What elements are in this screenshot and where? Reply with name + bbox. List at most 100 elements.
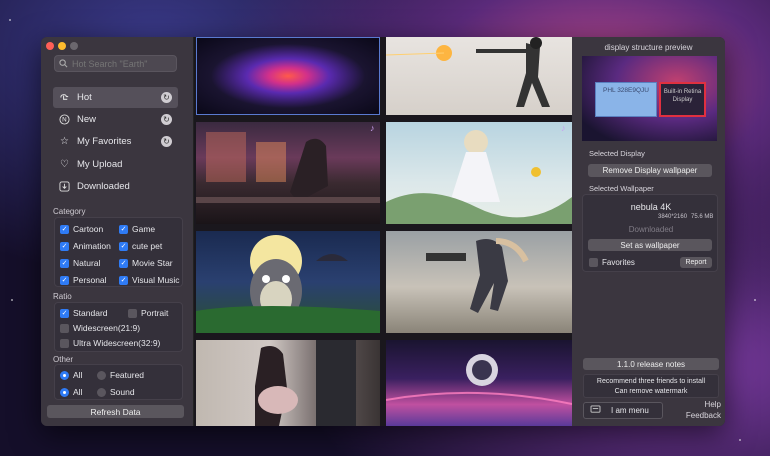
report-button[interactable]: Report <box>680 257 712 268</box>
set-wallpaper-button[interactable]: Set as wallpaper <box>588 239 712 251</box>
star-icon: ☆ <box>60 136 69 147</box>
other-title: Other <box>53 355 74 364</box>
checkbox[interactable] <box>60 338 69 348</box>
wallpaper-totoro[interactable] <box>196 231 380 333</box>
zoom-button[interactable] <box>70 42 78 50</box>
nav-label: Hot <box>77 92 92 103</box>
right-panel: display structure preview PHL 328E9QJU B… <box>572 37 725 426</box>
radio[interactable] <box>97 387 106 397</box>
search-box[interactable] <box>54 55 177 72</box>
download-status: Downloaded <box>628 225 674 234</box>
panel-title: display structure preview <box>604 43 693 52</box>
checkbox[interactable]: ✓ <box>60 275 69 285</box>
hot-icon <box>59 92 70 103</box>
other-all-2[interactable]: All <box>60 387 82 397</box>
category-box: ✓ Cartoon ✓ Game ✓ Animation ✓ cute pet ✓ Nat… <box>54 217 183 287</box>
wallpaper-girl-dandelion[interactable] <box>386 122 572 224</box>
remove-wallpaper-button[interactable]: Remove Display wallpaper <box>588 164 712 177</box>
wallpaper-resolution: 3840*2160 <box>658 214 688 220</box>
sidebar: Hot ↻ N New ↻ ☆ My Favorites ↻ ♡ My Uplo… <box>41 37 194 426</box>
checkbox[interactable]: ✓ <box>119 241 128 251</box>
wallpaper-gunner-girl[interactable] <box>386 231 572 333</box>
radio[interactable] <box>60 370 69 380</box>
checkbox[interactable] <box>60 323 69 333</box>
minimize-button[interactable] <box>58 42 66 50</box>
new-icon: N <box>59 114 70 125</box>
checkbox[interactable]: ✓ <box>119 258 128 268</box>
wallpaper-name: nebula 4K <box>630 202 672 212</box>
cat-visual-music[interactable]: ✓ Visual Music <box>119 275 180 285</box>
nav-item-favorites[interactable]: ☆ My Favorites ↻ <box>53 131 178 152</box>
nav-label: Downloaded <box>77 181 130 192</box>
upload-heart-icon: ♡ <box>60 159 69 170</box>
cat-cartoon[interactable]: ✓ Cartoon <box>60 224 103 234</box>
other-sound[interactable]: Sound <box>97 387 135 397</box>
refresh-icon[interactable]: ↻ <box>161 114 172 125</box>
feedback-link[interactable]: Feedback <box>686 411 721 420</box>
app-window: Hot ↻ N New ↻ ☆ My Favorites ↻ ♡ My Uplo… <box>41 37 725 426</box>
nav-item-hot[interactable]: Hot ↻ <box>53 87 178 108</box>
recommend-line-1: Recommend three friends to install <box>596 378 706 385</box>
checkbox[interactable]: ✓ <box>119 224 128 234</box>
favorites-toggle[interactable]: Favorites <box>589 258 635 267</box>
selected-wallpaper-label: Selected Wallpaper <box>589 184 654 193</box>
ratio-title: Ratio <box>53 292 72 301</box>
wallpaper-girl-stairs[interactable] <box>196 340 380 426</box>
cat-cute-pet[interactable]: ✓ cute pet <box>119 241 162 251</box>
display-1[interactable]: PHL 328E9QJU <box>595 82 657 117</box>
cat-animation[interactable]: ✓ Animation <box>60 241 111 251</box>
checkbox[interactable]: ✓ <box>60 224 69 234</box>
checkbox[interactable]: ✓ <box>60 241 69 251</box>
checkbox[interactable]: ✓ <box>119 275 128 285</box>
selected-display-label: Selected Display <box>589 149 645 158</box>
wallpaper-night-window-girl[interactable] <box>196 122 380 224</box>
ratio-widescreen[interactable]: Widescreen(21:9) <box>60 323 140 333</box>
other-all-1[interactable]: All <box>60 370 82 380</box>
search-icon <box>59 59 68 68</box>
display-preview: PHL 328E9QJU Built-in Retina Display <box>582 56 717 141</box>
radio[interactable] <box>60 387 69 397</box>
menu-button[interactable]: I am menu <box>583 402 663 419</box>
refresh-data-button[interactable]: Refresh Data <box>47 405 184 418</box>
checkbox[interactable] <box>589 258 598 267</box>
wallpaper-astronaut[interactable] <box>386 340 572 426</box>
wallpaper-sniper-girl[interactable] <box>386 37 572 115</box>
cat-natural[interactable]: ✓ Natural <box>60 258 100 268</box>
ratio-portrait[interactable]: Portrait <box>128 308 168 318</box>
nav-item-downloaded[interactable]: Downloaded <box>53 176 178 197</box>
ratio-standard[interactable]: ✓ Standard <box>60 308 108 318</box>
cat-game[interactable]: ✓ Game <box>119 224 155 234</box>
nav-item-upload[interactable]: ♡ My Upload <box>53 154 178 175</box>
wallpaper-nebula[interactable] <box>196 37 380 115</box>
radio[interactable] <box>97 370 106 380</box>
menu-chat-icon <box>590 405 601 416</box>
help-link[interactable]: Help <box>705 400 721 409</box>
release-notes-button[interactable]: 1.1.0 release notes <box>583 358 719 370</box>
music-note-icon: ♪ <box>370 123 375 133</box>
wallpaper-grid: ♪ ♪ <box>194 37 572 426</box>
checkbox[interactable]: ✓ <box>60 258 69 268</box>
checkbox[interactable]: ✓ <box>60 308 69 318</box>
close-button[interactable] <box>46 42 54 50</box>
recommend-box[interactable]: Recommend three friends to install Can r… <box>583 374 719 398</box>
cat-movie-star[interactable]: ✓ Movie Star <box>119 258 173 268</box>
music-note-icon: ♪ <box>561 123 566 133</box>
nav-label: My Upload <box>77 159 123 170</box>
recommend-line-2: Can remove watermark <box>614 388 688 395</box>
checkbox[interactable] <box>128 308 137 318</box>
nav-label: New <box>77 114 97 125</box>
category-title: Category <box>53 207 86 216</box>
display-2[interactable]: Built-in Retina Display <box>659 82 706 117</box>
ratio-ultra-widescreen[interactable]: Ultra Widescreen(32:9) <box>60 338 160 348</box>
wallpaper-size: 75.6 MB <box>691 214 714 220</box>
wallpaper-info-box: nebula 4K 3840*2160 75.6 MB Downloaded S… <box>582 194 718 272</box>
other-box: All Featured All Sound <box>54 364 183 400</box>
other-featured[interactable]: Featured <box>97 370 144 380</box>
download-icon <box>59 181 70 192</box>
ratio-box: ✓ Standard Portrait Widescreen(21:9) Ultr… <box>54 302 183 352</box>
cat-personal[interactable]: ✓ Personal <box>60 275 107 285</box>
refresh-icon[interactable]: ↻ <box>161 136 172 147</box>
search-input[interactable] <box>72 58 172 69</box>
nav-item-new[interactable]: N New ↻ <box>53 109 178 130</box>
refresh-icon[interactable]: ↻ <box>161 92 172 103</box>
